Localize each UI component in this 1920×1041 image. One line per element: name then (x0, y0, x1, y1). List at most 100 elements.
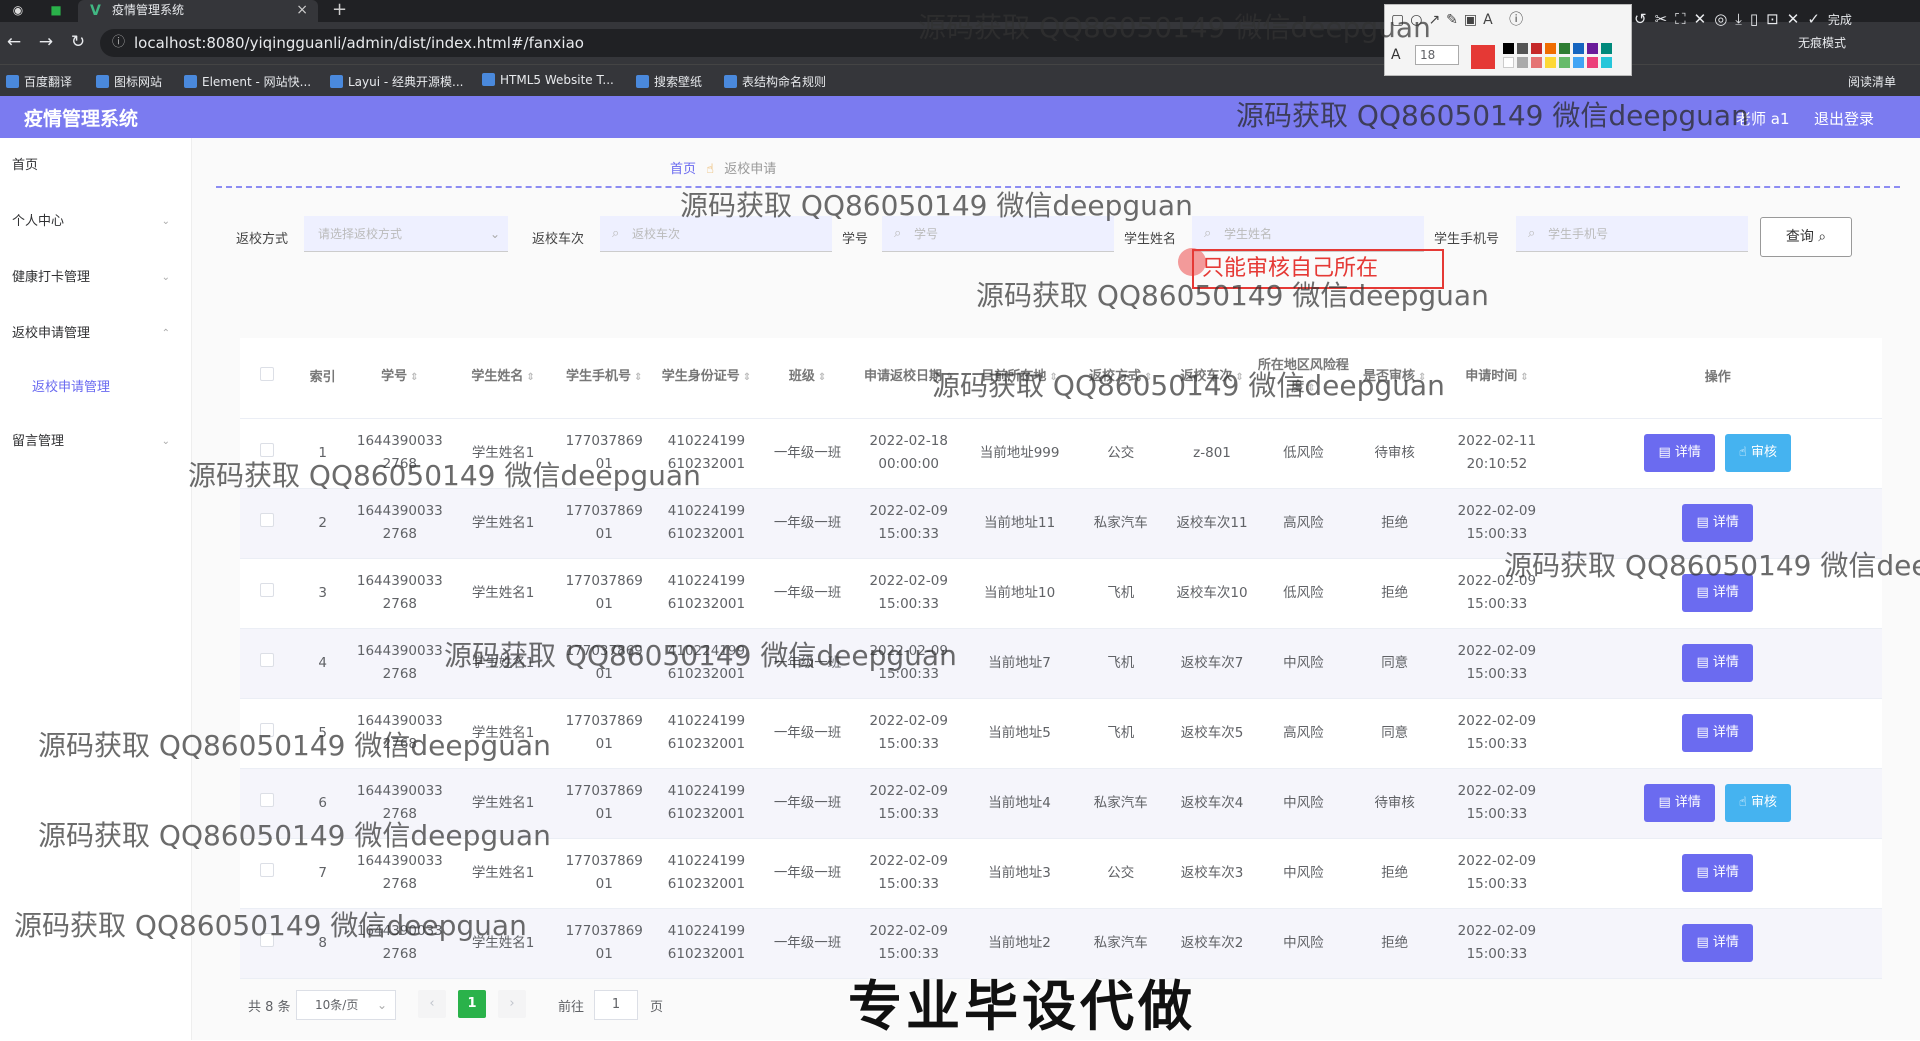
sort-icon[interactable]: ⇕ (1235, 372, 1243, 383)
bookmark-item[interactable]: Layui - 经典开源模... (330, 73, 463, 90)
page-size-select[interactable]: 10条/页 ⌄ (296, 990, 396, 1020)
train-input[interactable]: ⌕ 返校车次 (600, 216, 832, 252)
checkbox-icon[interactable] (260, 512, 275, 527)
sidebar-item-messages[interactable]: 留言管理 ⌄ (0, 414, 192, 470)
color-swatch[interactable] (1503, 57, 1514, 68)
row-checkbox-cell[interactable] (240, 628, 295, 699)
row-checkbox-cell[interactable] (240, 908, 295, 979)
back-icon[interactable]: ← (2, 30, 26, 54)
sidebar-item-profile[interactable]: 个人中心 ⌄ (0, 194, 192, 250)
column-header[interactable]: 班级 ⇕ (761, 338, 854, 419)
bookmark-item[interactable]: HTML5 Website T... (482, 73, 614, 87)
checkbox-icon[interactable] (260, 652, 275, 667)
incognito-label[interactable]: 无痕模式 (1798, 34, 1846, 51)
detail-button[interactable]: ▤ 详情 (1644, 434, 1715, 472)
column-header[interactable]: 学生手机号 ⇕ (557, 338, 651, 419)
row-checkbox-cell[interactable] (240, 558, 295, 629)
bookmark-item[interactable]: Element - 网站快... (184, 73, 311, 90)
row-checkbox-cell[interactable] (240, 698, 295, 769)
column-header[interactable]: 是否审核 ⇕ (1349, 338, 1441, 419)
checkbox-icon[interactable] (260, 442, 275, 457)
checkbox-icon[interactable] (260, 792, 275, 807)
close-tab-icon[interactable]: × (296, 0, 308, 20)
checkbox-icon[interactable] (260, 366, 275, 381)
detail-button[interactable]: ▤ 详情 (1682, 574, 1753, 612)
color-swatch[interactable] (1545, 43, 1556, 54)
student-no-input[interactable]: ⌕ 学号 (882, 216, 1114, 252)
active-tab[interactable]: V 疫情管理系统 × (78, 0, 318, 22)
column-header[interactable]: 学生身份证号 ⇕ (651, 338, 762, 419)
checkbox-icon[interactable] (260, 722, 275, 737)
browser-menu-icon[interactable]: ◉ (10, 2, 26, 18)
student-phone-input[interactable]: ⌕ 学生手机号 (1516, 216, 1748, 252)
query-button[interactable]: 查询 ⌕ (1760, 217, 1852, 257)
annotation-tools-icon[interactable]: ▢○↗✎▣A ⓘ (1391, 9, 1529, 29)
column-header[interactable]: 目前所在地 ⇕ (964, 338, 1076, 419)
sort-icon[interactable]: ⇕ (945, 372, 953, 383)
color-swatch[interactable] (1545, 57, 1556, 68)
select-all-checkbox[interactable] (240, 338, 295, 419)
color-swatch[interactable] (1559, 43, 1570, 54)
row-checkbox-cell[interactable] (240, 488, 295, 559)
bookmark-item[interactable]: 百度翻译 (6, 73, 72, 90)
column-header[interactable]: 学生姓名 ⇕ (448, 338, 558, 419)
sort-icon[interactable]: ⇕ (1418, 372, 1426, 383)
column-header[interactable]: 返校方式 ⇕ (1075, 338, 1167, 419)
sort-icon[interactable]: ⇕ (526, 372, 534, 383)
checkbox-icon[interactable] (260, 862, 275, 877)
color-swatch[interactable] (1601, 57, 1612, 68)
column-header[interactable]: 返校车次 ⇕ (1166, 338, 1258, 419)
color-swatch[interactable] (1573, 57, 1584, 68)
return-method-select[interactable]: 请选择返校方式 ⌄ (304, 216, 508, 252)
prev-page-button[interactable]: ‹ (418, 990, 446, 1018)
detail-button[interactable]: ▤ 详情 (1644, 784, 1715, 822)
reload-icon[interactable]: ↻ (66, 30, 90, 54)
bookmark-item[interactable]: 表结构命名规则 (724, 73, 826, 90)
column-header[interactable]: 申请时间 ⇕ (1440, 338, 1554, 419)
font-size-select[interactable]: 18 (1415, 45, 1459, 65)
color-swatch-selected[interactable] (1471, 45, 1495, 69)
checkbox-icon[interactable] (260, 582, 275, 597)
sort-icon[interactable]: ⇕ (1520, 372, 1528, 383)
detail-button[interactable]: ▤ 详情 (1682, 504, 1753, 542)
checkbox-icon[interactable] (260, 932, 275, 947)
color-swatch[interactable] (1601, 43, 1612, 54)
goto-page-input[interactable]: 1 (594, 990, 638, 1020)
done-label[interactable]: 完成 (1828, 13, 1852, 27)
sort-icon[interactable]: ⇕ (818, 372, 826, 383)
detail-button[interactable]: ▤ 详情 (1682, 924, 1753, 962)
new-tab-icon[interactable]: + (332, 0, 347, 20)
color-swatch[interactable] (1517, 57, 1528, 68)
sort-icon[interactable]: ⇕ (410, 372, 418, 383)
bookmark-item[interactable]: 搜索壁纸 (636, 73, 702, 90)
url-field[interactable]: ⓘ localhost:8080/yiqingguanli/admin/dist… (100, 29, 1400, 57)
color-swatch[interactable] (1531, 43, 1542, 54)
row-checkbox-cell[interactable] (240, 418, 295, 489)
color-swatch[interactable] (1587, 57, 1598, 68)
logout-link[interactable]: 退出登录 (1814, 108, 1874, 129)
breadcrumb-home[interactable]: 首页 (670, 162, 696, 177)
color-swatch[interactable] (1503, 43, 1514, 54)
forward-icon[interactable]: → (34, 30, 58, 54)
sort-icon[interactable]: ⇕ (1144, 372, 1152, 383)
sort-icon[interactable]: ⇕ (1049, 372, 1057, 383)
sort-icon[interactable]: ⇕ (1307, 383, 1315, 394)
column-header[interactable]: 申请返校日期 ⇕ (853, 338, 965, 419)
audit-button[interactable]: ☝ 审核 (1724, 784, 1791, 822)
detail-button[interactable]: ▤ 详情 (1682, 854, 1753, 892)
color-swatch[interactable] (1587, 43, 1598, 54)
sort-icon[interactable]: ⇕ (743, 372, 751, 383)
sidebar-item-return-apply-menu[interactable]: 返校申请管理 ⌃ (0, 306, 192, 362)
sidebar-item-health-checkin[interactable]: 健康打卡管理 ⌄ (0, 250, 192, 306)
app-tab-icon[interactable]: ■ (48, 2, 64, 18)
sort-icon[interactable]: ⇕ (634, 372, 642, 383)
current-page[interactable]: 1 (458, 990, 486, 1018)
color-swatch[interactable] (1531, 57, 1542, 68)
audit-button[interactable]: ☝ 审核 (1724, 434, 1791, 472)
bookmark-item[interactable]: 图标网站 (96, 73, 162, 90)
reading-list[interactable]: 阅读清单 (1848, 73, 1896, 90)
color-swatch[interactable] (1573, 43, 1584, 54)
student-name-input[interactable]: ⌕ 学生姓名 (1192, 216, 1424, 252)
sidebar-item-home[interactable]: 首页 (0, 138, 192, 194)
row-checkbox-cell[interactable] (240, 838, 295, 909)
